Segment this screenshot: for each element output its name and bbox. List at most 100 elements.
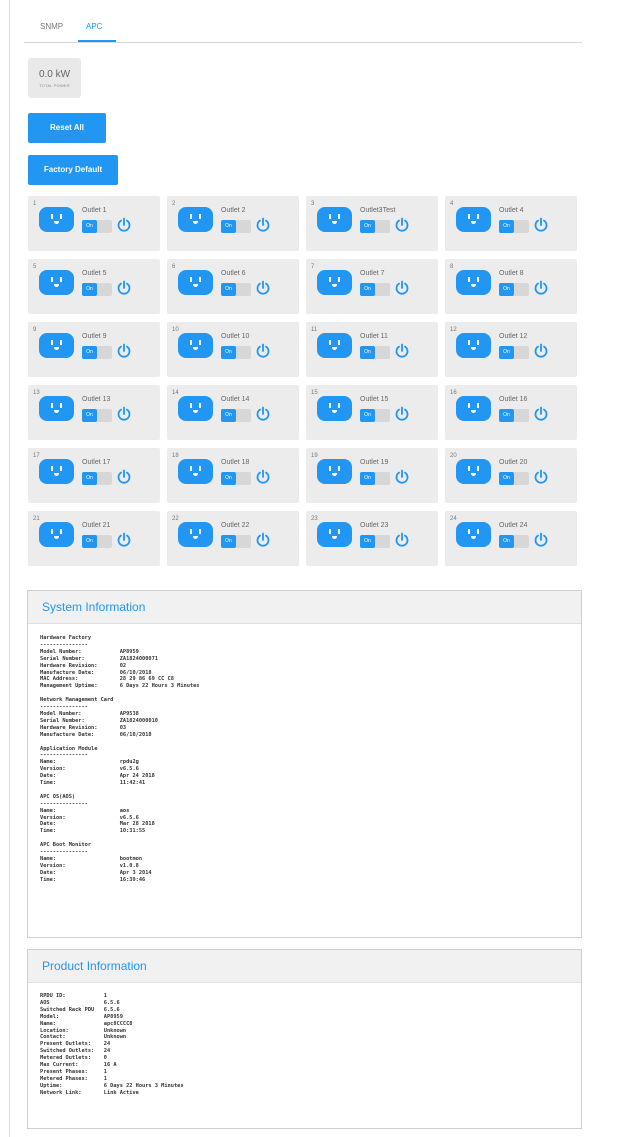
total-power-card: 0.0 kW TOTAL POWER: [28, 58, 81, 98]
outlet-card: 11 Outlet 11 On: [306, 322, 438, 377]
outlet-toggle[interactable]: On: [499, 409, 529, 422]
outlet-number: 9: [33, 327, 37, 333]
outlet-toggle[interactable]: On: [82, 409, 112, 422]
outlet-toggle[interactable]: On: [221, 472, 251, 485]
outlet-toggle[interactable]: On: [82, 346, 112, 359]
outlet-toggle[interactable]: On: [221, 409, 251, 422]
outlet-plug-icon: [178, 459, 213, 484]
outlet-plug-icon: [456, 396, 491, 421]
outlet-plug-icon: [178, 270, 213, 295]
outlet-plug-icon: [317, 396, 352, 421]
outlet-toggle[interactable]: On: [499, 283, 529, 296]
system-information-panel: System Information Hardware Factory ----…: [27, 590, 582, 938]
power-icon[interactable]: [533, 217, 549, 233]
outlet-toggle[interactable]: On: [360, 220, 390, 233]
tab-apc[interactable]: APC: [86, 22, 102, 31]
outlet-plug-icon: [178, 396, 213, 421]
power-icon[interactable]: [533, 532, 549, 548]
outlet-name: Outlet 2: [221, 207, 246, 214]
power-icon[interactable]: [255, 343, 271, 359]
outlet-toggle[interactable]: On: [82, 535, 112, 548]
outlet-name: Outlet 24: [499, 522, 528, 529]
outlet-toggle[interactable]: On: [82, 283, 112, 296]
product-information-panel: Product Information RPDU ID: 1 AOS 6.5.6…: [27, 949, 582, 1129]
active-tab-indicator: [78, 40, 116, 42]
factory-default-button[interactable]: Factory Default: [28, 155, 118, 185]
power-icon[interactable]: [116, 280, 132, 296]
power-icon[interactable]: [533, 469, 549, 485]
toggle-state: On: [360, 472, 375, 485]
panel-header: Product Information: [28, 950, 581, 983]
outlet-plug-icon: [39, 396, 74, 421]
left-border: [9, 0, 10, 1137]
outlet-name: Outlet 23: [360, 522, 389, 529]
outlet-name: Outlet 12: [499, 333, 528, 340]
outlet-card: 14 Outlet 14 On: [167, 385, 299, 440]
outlet-card: 20 Outlet 20 On: [445, 448, 577, 503]
outlet-toggle[interactable]: On: [82, 220, 112, 233]
outlet-toggle[interactable]: On: [499, 535, 529, 548]
power-icon[interactable]: [255, 532, 271, 548]
outlet-plug-icon: [39, 522, 74, 547]
outlet-toggle[interactable]: On: [360, 472, 390, 485]
outlet-toggle[interactable]: On: [221, 220, 251, 233]
outlet-name: Outlet 9: [82, 333, 107, 340]
power-icon[interactable]: [255, 217, 271, 233]
power-icon[interactable]: [533, 343, 549, 359]
total-power-label: TOTAL POWER: [39, 83, 70, 88]
outlet-plug-icon: [317, 333, 352, 358]
power-icon[interactable]: [533, 406, 549, 422]
outlet-card: 23 Outlet 23 On: [306, 511, 438, 566]
power-icon[interactable]: [255, 469, 271, 485]
outlet-toggle[interactable]: On: [360, 409, 390, 422]
power-icon[interactable]: [394, 217, 410, 233]
outlet-toggle[interactable]: On: [360, 346, 390, 359]
reset-all-button[interactable]: Reset All: [28, 113, 106, 143]
toggle-state: On: [360, 283, 375, 296]
outlet-number: 1: [33, 201, 37, 207]
outlet-toggle[interactable]: On: [221, 283, 251, 296]
outlet-number: 20: [450, 453, 457, 459]
outlet-name: Outlet 13: [82, 396, 111, 403]
outlet-number: 7: [311, 264, 315, 270]
power-icon[interactable]: [394, 532, 410, 548]
outlet-card: 7 Outlet 7 On: [306, 259, 438, 314]
outlet-toggle[interactable]: On: [499, 346, 529, 359]
outlet-plug-icon: [178, 333, 213, 358]
power-icon[interactable]: [533, 280, 549, 296]
outlet-number: 2: [172, 201, 176, 207]
power-icon[interactable]: [116, 532, 132, 548]
power-icon[interactable]: [394, 280, 410, 296]
toggle-state: On: [221, 409, 236, 422]
power-icon[interactable]: [394, 469, 410, 485]
power-icon[interactable]: [255, 280, 271, 296]
outlet-number: 18: [172, 453, 179, 459]
outlet-toggle[interactable]: On: [499, 472, 529, 485]
power-icon[interactable]: [116, 406, 132, 422]
outlet-toggle[interactable]: On: [360, 535, 390, 548]
toggle-state: On: [82, 346, 97, 359]
outlet-name: Outlet 8: [499, 270, 524, 277]
outlet-name: Outlet 19: [360, 459, 389, 466]
outlet-name: Outlet 7: [360, 270, 385, 277]
outlet-toggle[interactable]: On: [221, 535, 251, 548]
power-icon[interactable]: [116, 469, 132, 485]
outlet-toggle[interactable]: On: [360, 283, 390, 296]
outlet-toggle[interactable]: On: [82, 472, 112, 485]
outlet-plug-icon: [317, 459, 352, 484]
power-icon[interactable]: [255, 406, 271, 422]
power-icon[interactable]: [394, 406, 410, 422]
tab-bar: SNMP APC: [24, 14, 582, 43]
outlet-card: 5 Outlet 5 On: [28, 259, 160, 314]
power-icon[interactable]: [116, 217, 132, 233]
outlet-number: 22: [172, 516, 179, 522]
outlet-toggle[interactable]: On: [499, 220, 529, 233]
power-icon[interactable]: [394, 343, 410, 359]
outlet-number: 10: [172, 327, 179, 333]
outlet-plug-icon: [39, 270, 74, 295]
outlet-toggle[interactable]: On: [221, 346, 251, 359]
outlet-card: 18 Outlet 18 On: [167, 448, 299, 503]
outlet-number: 13: [33, 390, 40, 396]
power-icon[interactable]: [116, 343, 132, 359]
tab-snmp[interactable]: SNMP: [40, 22, 63, 31]
